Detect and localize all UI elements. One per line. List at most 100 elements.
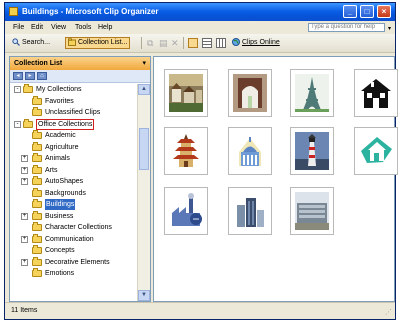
thumbnails-view-icon[interactable] xyxy=(188,38,198,48)
maximize-button[interactable]: □ xyxy=(360,5,374,18)
village-photo-thumb[interactable] xyxy=(164,69,208,117)
tree-item-label: Concepts xyxy=(45,247,75,254)
tree-item-label: Emotions xyxy=(45,270,75,277)
clip-image xyxy=(295,74,329,112)
menu-tools[interactable]: Tools xyxy=(75,24,91,31)
collapse-icon[interactable]: - xyxy=(14,86,21,93)
folder-icon xyxy=(32,256,42,266)
folder-icon xyxy=(32,95,42,105)
search-button[interactable]: Search... xyxy=(10,37,52,49)
tree-item-label: Communication xyxy=(45,235,94,243)
folder-icon xyxy=(32,176,42,185)
tree-item[interactable]: + Communication xyxy=(10,233,137,245)
resize-grip-icon[interactable]: ⋰ xyxy=(385,309,393,317)
tree-item[interactable]: Favorites xyxy=(10,95,137,107)
folder-icon xyxy=(32,130,42,139)
factory-thumb[interactable] xyxy=(164,187,208,235)
tree-item[interactable]: Emotions xyxy=(10,268,137,279)
tree-item[interactable]: + Arts xyxy=(10,164,137,176)
toolbar: Search... Collection List... ⧉ ▤ ✕ Clips… xyxy=(5,34,395,53)
capitol-dome-thumb[interactable] xyxy=(228,127,272,175)
tree-item[interactable]: - My Collections xyxy=(10,84,137,95)
tree-item[interactable]: Backgrounds xyxy=(10,187,137,199)
tree-item-label: Business xyxy=(45,212,74,220)
collection-tree: - My Collections Favorites Unclassified Cli… xyxy=(10,84,137,301)
tree-item[interactable]: Concepts xyxy=(10,245,137,256)
search-button-label: Search... xyxy=(22,39,51,46)
scroll-up-arrow[interactable]: ▲ xyxy=(138,84,150,95)
clips-online-button[interactable]: Clips Online xyxy=(230,37,282,49)
minimize-button[interactable]: _ xyxy=(343,5,357,18)
copy-icon[interactable]: ⧉ xyxy=(147,37,153,49)
pane-menu-dropdown-icon[interactable]: ▾ xyxy=(142,59,146,67)
gate-photo-thumb[interactable] xyxy=(228,69,272,117)
clip-image xyxy=(295,132,329,170)
status-text: 11 Items xyxy=(11,307,38,314)
folder-icon xyxy=(32,222,42,231)
tree-vertical-scrollbar[interactable]: ▲ ▼ xyxy=(137,84,150,301)
clip-image xyxy=(233,132,267,170)
skyscrapers-thumb[interactable] xyxy=(228,187,272,235)
tree-item[interactable]: + AutoShapes xyxy=(10,176,137,187)
folder-icon xyxy=(32,268,42,277)
tree-item[interactable]: + Animals xyxy=(10,153,137,164)
tree-item[interactable]: - Office Collections xyxy=(10,118,137,130)
delete-icon[interactable]: ✕ xyxy=(171,37,179,49)
list-view-icon[interactable] xyxy=(202,38,212,48)
tree-item[interactable]: Buildings xyxy=(10,199,137,210)
expand-icon[interactable]: + xyxy=(21,166,28,174)
eiffel-tower-thumb[interactable] xyxy=(290,69,334,117)
menu-help[interactable]: Help xyxy=(98,24,112,31)
tree-item-label: Decorative Elements xyxy=(45,258,110,266)
folder-icon xyxy=(32,245,42,254)
tree-item[interactable]: Academic xyxy=(10,130,137,141)
tree-item[interactable]: Character Collections xyxy=(10,222,137,233)
tree-item-label: Character Collections xyxy=(45,224,112,231)
tree-item[interactable]: + Decorative Elements xyxy=(10,256,137,268)
expand-icon[interactable]: + xyxy=(21,212,28,220)
expand-icon[interactable]: + xyxy=(21,178,28,185)
home-button[interactable]: ⌂ xyxy=(37,72,47,80)
help-dropdown-icon[interactable]: ▾ xyxy=(388,25,391,32)
tree-item[interactable]: + Business xyxy=(10,210,137,222)
tree-item-label: Arts xyxy=(45,166,58,174)
expand-icon[interactable]: + xyxy=(21,235,28,243)
expand-icon[interactable]: + xyxy=(21,155,28,162)
forward-button[interactable]: ▸ xyxy=(25,72,35,80)
search-icon xyxy=(12,38,20,47)
clip-image xyxy=(169,192,203,230)
details-view-icon[interactable] xyxy=(216,38,226,48)
close-button[interactable]: × xyxy=(377,5,391,18)
scroll-thumb[interactable] xyxy=(139,128,149,170)
menu-file[interactable]: File xyxy=(13,24,24,31)
menu-view[interactable]: View xyxy=(51,24,66,31)
clip-image xyxy=(359,74,393,112)
collection-list-title: Collection List xyxy=(14,60,63,67)
home-clipart-thumb[interactable] xyxy=(354,127,398,175)
title-bar[interactable]: Buildings - Microsoft Clip Organizer _ □… xyxy=(5,3,395,21)
tree-item-label: AutoShapes xyxy=(45,178,84,185)
folder-icon xyxy=(32,164,42,174)
folder-icon xyxy=(32,233,42,243)
scroll-down-arrow[interactable]: ▼ xyxy=(138,290,150,301)
tree-item[interactable]: Unclassified Clips xyxy=(10,107,137,118)
folder-icon xyxy=(32,153,42,162)
collapse-icon[interactable]: - xyxy=(14,120,21,128)
clip-image xyxy=(295,192,329,230)
paste-icon[interactable]: ▤ xyxy=(159,37,168,49)
collection-list-header: Collection List ▾ xyxy=(10,57,150,70)
office-building-photo-thumb[interactable] xyxy=(290,187,334,235)
tree-item-label: Backgrounds xyxy=(45,189,86,197)
expand-icon[interactable]: + xyxy=(21,258,28,266)
menu-edit[interactable]: Edit xyxy=(31,24,43,31)
clip-organizer-app-icon xyxy=(9,7,18,16)
tree-item[interactable]: Agriculture xyxy=(10,141,137,153)
help-question-input[interactable]: Type a question for help xyxy=(308,23,385,32)
collection-list-button[interactable]: Collection List... xyxy=(65,37,131,49)
back-button[interactable]: ◂ xyxy=(13,72,23,80)
house-icon-thumb[interactable] xyxy=(354,69,398,117)
clip-image xyxy=(169,74,203,112)
lighthouse-photo-thumb[interactable] xyxy=(290,127,334,175)
tree-item-label: Unclassified Clips xyxy=(45,109,101,116)
pagoda-thumb[interactable] xyxy=(164,127,208,175)
